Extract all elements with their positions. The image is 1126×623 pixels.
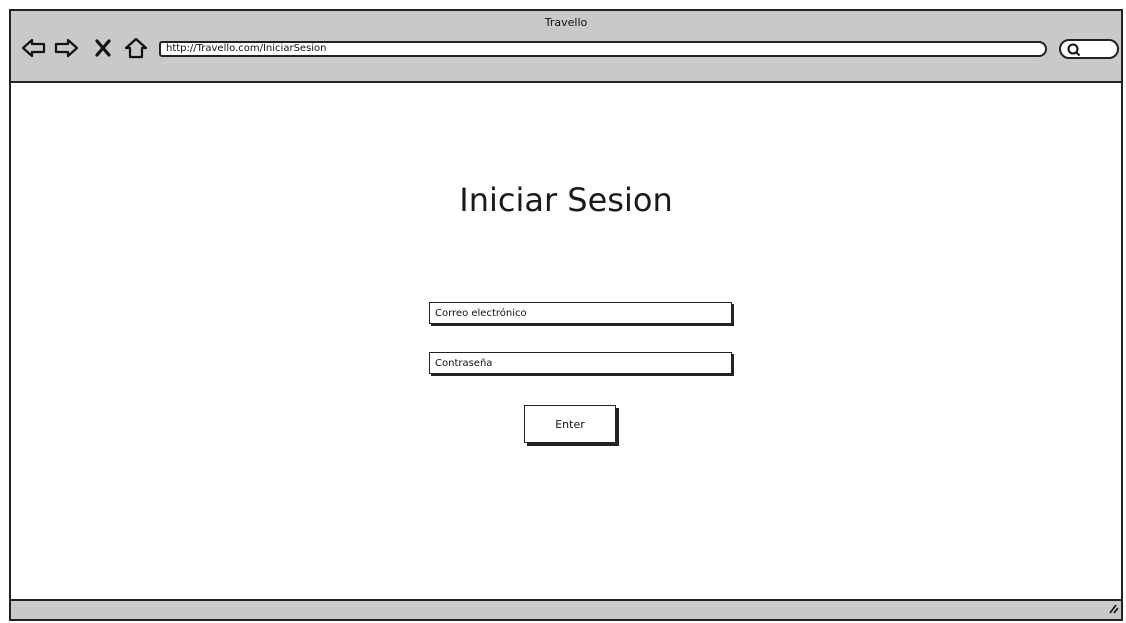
status-bar <box>11 599 1121 619</box>
search-icon <box>1067 43 1081 57</box>
page-title: Iniciar Sesion <box>459 181 673 219</box>
home-icon[interactable] <box>124 37 148 63</box>
email-field[interactable] <box>429 302 732 324</box>
password-field[interactable] <box>429 352 732 374</box>
close-icon[interactable] <box>95 39 111 61</box>
forward-arrow-icon[interactable] <box>53 37 79 63</box>
browser-toolbar: Travello http://Travello.com/IniciarSesi… <box>11 11 1121 83</box>
search-box[interactable] <box>1059 39 1119 59</box>
page-content: Iniciar Sesion Enter <box>11 83 1121 601</box>
back-arrow-icon[interactable] <box>21 37 47 63</box>
enter-button[interactable]: Enter <box>524 405 616 443</box>
browser-window: Travello http://Travello.com/IniciarSesi… <box>9 9 1123 621</box>
address-bar[interactable]: http://Travello.com/IniciarSesion <box>159 41 1047 57</box>
resize-grip-icon[interactable] <box>1107 599 1119 618</box>
window-title: Travello <box>544 16 588 29</box>
